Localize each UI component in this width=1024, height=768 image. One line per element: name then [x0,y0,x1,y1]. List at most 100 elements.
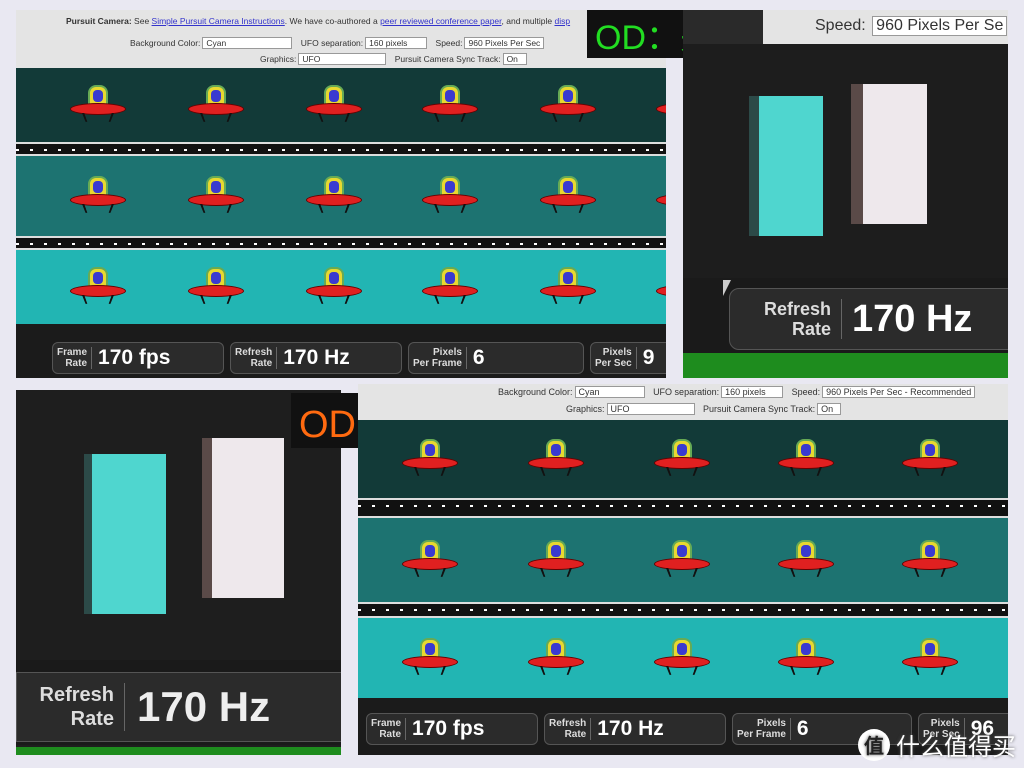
ufo-lane-light [16,250,666,324]
ufo-icon [778,638,834,678]
ufo-test-screenshot-od-on: Background Color: Cyan UFO separation: 160… [358,384,1008,755]
settings-header: Background Color: Cyan UFO separation: 160… [358,384,1008,420]
display-link[interactable]: disp [554,16,570,26]
bg-color-select[interactable]: Cyan [574,386,645,398]
stat-0: Frame Rate 170 fps [52,342,224,374]
stat-value: 170 fps [98,346,171,369]
stat-label: Pixels Per Frame [733,718,791,740]
ufo-icon [422,176,478,216]
stat-3: Pixels Per Sec 9 [590,342,666,374]
speed-label: Speed: [815,17,866,34]
paper-link[interactable]: peer reviewed conference paper [380,16,501,26]
graphics-label: Graphics: [260,54,297,64]
cyan-block [759,96,823,236]
speed-label: Speed: [435,38,463,48]
pursuit-text: See [134,16,150,26]
stat-label: Refresh Rate [545,718,592,740]
stat-1: Refresh Rate 170 Hz [230,342,402,374]
ufo-lane-medium [358,518,1008,602]
graphics-select[interactable]: UFO [298,53,387,65]
stat-label: Pixels Per Sec [591,347,637,369]
rate-label: Rate [70,708,114,730]
ufo-sep-label: UFO separation: [653,387,720,397]
ufo-icon [778,540,834,580]
sync-track [358,498,1008,518]
speed-label: Speed: [791,387,821,397]
closeup-od-off: Speed: 960 Pixels Per Se Refresh Rate 170… [683,10,1008,378]
ufo-icon [188,176,244,216]
ufo-sep-select[interactable]: 160 pixels [721,386,784,398]
refresh-rate-stat: Refresh Rate 170 Hz [16,672,341,742]
ufo-icon [656,267,666,307]
ufo-icon [306,176,362,216]
settings-header: Pursuit Camera: See Simple Pursuit Camer… [16,10,666,68]
pursuit-label: Pursuit Camera: [66,16,132,26]
graphics-label: Graphics: [566,404,605,414]
ufo-icon [540,85,596,125]
sync-select[interactable]: On [817,403,842,415]
sync-label: Pursuit Camera Sync Track: [394,54,501,64]
graphics-select[interactable]: UFO [606,403,695,415]
stat-label: Refresh Rate [231,347,278,369]
speed-select[interactable]: 960 Pixels Per Sec [464,37,545,49]
stat-value: 9 [642,346,655,369]
ufo-icon [540,267,596,307]
refresh-label: Refresh [39,684,114,706]
ufo-icon [654,439,710,479]
stat-2: Pixels Per Frame 6 [408,342,584,374]
ufo-icon [656,176,666,216]
ufo-icon [528,439,584,479]
ufo-sep-select[interactable]: 160 pixels [365,37,428,49]
ufo-icon [70,85,126,125]
ufo-icon [70,176,126,216]
ufo-icon [902,439,958,479]
bg-color-select[interactable]: Cyan [202,37,293,49]
ufo-icon [540,176,596,216]
mouse-cursor-icon [723,280,731,296]
rate-label: Rate [791,319,831,339]
stat-value: 6 [472,346,485,369]
stat-label: Pixels Per Frame [409,347,467,369]
ufo-icon [902,638,958,678]
stats-bar: Frame Rate 170 fps Refresh Rate 170 Hz Pixels P… [16,338,666,378]
ufo-icon [402,540,458,580]
refresh-value: 170 Hz [852,297,973,340]
header-text: , and multiple [501,16,553,26]
stat-label: Frame Rate [367,718,407,740]
bg-color-label: Background Color: [498,387,573,397]
ufo-test-screenshot-od-off: Pursuit Camera: See Simple Pursuit Camer… [16,10,666,378]
stat-1: Refresh Rate 170 Hz [544,713,726,745]
ufo-icon [70,267,126,307]
sync-label: Pursuit Camera Sync Track: [703,404,816,414]
ufo-icon [422,85,478,125]
bg-color-label: Background Color: [130,38,201,48]
stat-value: 170 Hz [283,346,350,369]
instructions-link[interactable]: Simple Pursuit Camera Instructions [152,16,285,26]
ufo-icon [654,638,710,678]
ufo-icon [656,85,666,125]
stat-value: 170 Hz [597,717,664,740]
refresh-label: Refresh [763,299,831,319]
ufo-icon [306,267,362,307]
cyan-block [92,454,166,614]
sync-track [358,602,1008,618]
ufo-lane-dark [358,420,1008,498]
header-text: . We have co-authored a [284,16,378,26]
ufo-lane-light [358,618,1008,698]
speed-select[interactable]: 960 Pixels Per Se [872,16,1008,36]
speed-select[interactable]: 960 Pixels Per Sec - Recommended [822,386,976,398]
refresh-value: 170 Hz [137,683,271,730]
ufo-icon [188,267,244,307]
ufo-icon [528,540,584,580]
od-label: OD： [595,18,680,57]
ufo-icon [188,85,244,125]
sync-track [16,142,666,156]
sync-select[interactable]: On [502,53,527,65]
white-block [863,84,927,224]
ufo-icon [902,540,958,580]
watermark-text: 什么值得买 [896,734,1016,761]
stat-value: 6 [796,717,809,740]
ufo-icon [402,638,458,678]
watermark-logo: 值 [858,728,890,761]
ufo-lane-medium [16,156,666,236]
